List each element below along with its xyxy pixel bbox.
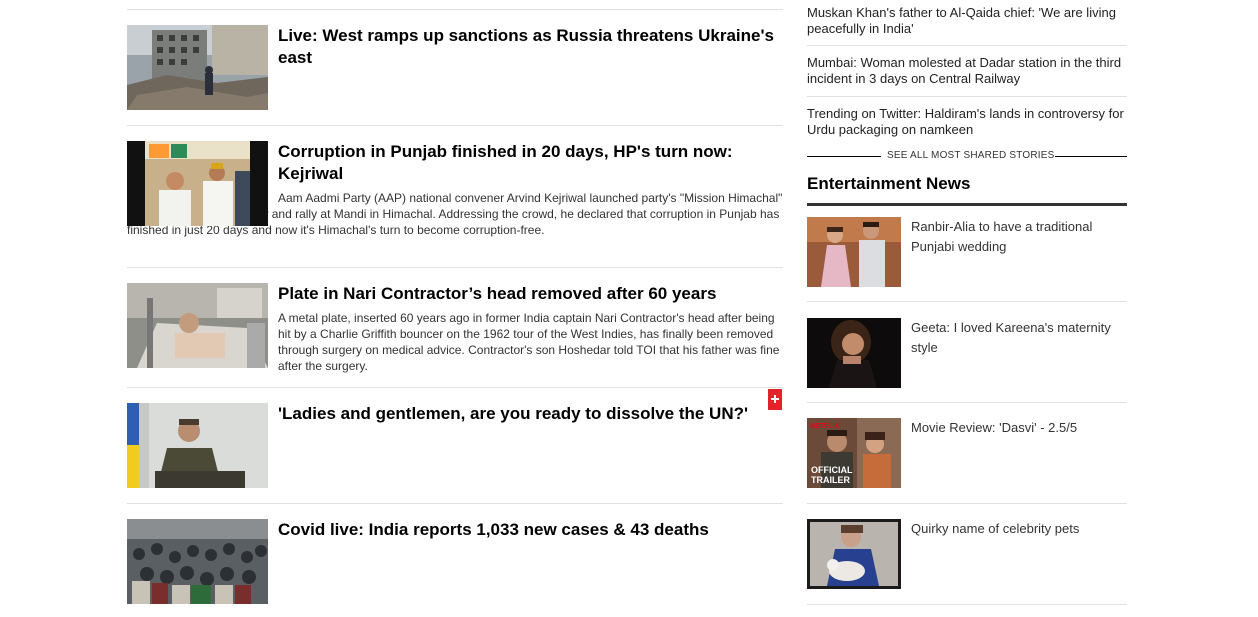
bombed-building-image[interactable] [127, 25, 268, 110]
list-divider [807, 301, 1127, 302]
see-all-most-shared: SEE ALL MOST SHARED STORIES [807, 148, 1127, 164]
section-title-underline [807, 203, 1127, 206]
celebrity-pet-image[interactable] [807, 519, 901, 589]
netflix-badge: NETFLIX [810, 423, 839, 430]
movie-trailer-image[interactable]: NETFLIX OFFICIAL TRAILER [807, 418, 901, 488]
story-divider [127, 267, 783, 268]
story-item[interactable]: Live: West ramps up sanctions as Russia … [127, 25, 783, 110]
list-divider [807, 96, 1127, 97]
couple-photo-image[interactable] [807, 217, 901, 287]
top-divider [127, 9, 783, 10]
ad-choices-icon[interactable] [768, 389, 782, 410]
list-divider [807, 402, 1127, 403]
see-all-divider-left [807, 156, 881, 157]
list-divider [807, 604, 1127, 605]
entertainment-item-title[interactable]: Movie Review: 'Dasvi' - 2.5/5 [911, 418, 1127, 438]
list-divider [807, 503, 1127, 504]
entertainment-item-title[interactable]: Quirky name of celebrity pets [911, 519, 1127, 539]
section-title[interactable]: Entertainment News [807, 174, 970, 194]
story-item[interactable]: Covid live: India reports 1,033 new case… [127, 519, 783, 604]
most-shared-item[interactable]: Muskan Khan's father to Al-Qaida chief: … [807, 5, 1127, 37]
most-shared-item[interactable]: Trending on Twitter: Haldiram's lands in… [807, 106, 1127, 138]
hospital-bed-image[interactable] [127, 283, 268, 368]
see-all-divider-right [1055, 156, 1127, 157]
story-item[interactable]: Plate in Nari Contractor’s head removed … [127, 283, 783, 374]
story-divider [127, 503, 783, 504]
story-divider [127, 387, 783, 388]
see-all-link[interactable]: SEE ALL MOST SHARED STORIES [887, 150, 1055, 161]
kejriwal-rally-image[interactable] [127, 141, 268, 226]
zelensky-address-image[interactable] [127, 403, 268, 488]
trailer-badge-line-2: TRAILER [811, 475, 850, 485]
story-item[interactable]: Corruption in Punjab finished in 20 days… [127, 141, 783, 238]
actress-portrait-image[interactable] [807, 318, 901, 388]
trailer-badge-line-1: OFFICIAL [811, 465, 853, 475]
entertainment-item-title[interactable]: Geeta: I loved Kareena's maternity style [911, 318, 1127, 358]
list-divider [807, 45, 1127, 46]
most-shared-item[interactable]: Mumbai: Woman molested at Dadar station … [807, 55, 1127, 87]
entertainment-item-title[interactable]: Ranbir-Alia to have a traditional Punjab… [911, 217, 1127, 257]
story-divider [127, 125, 783, 126]
crowd-image[interactable] [127, 519, 268, 604]
story-item[interactable]: 'Ladies and gentlemen, are you ready to … [127, 403, 783, 488]
